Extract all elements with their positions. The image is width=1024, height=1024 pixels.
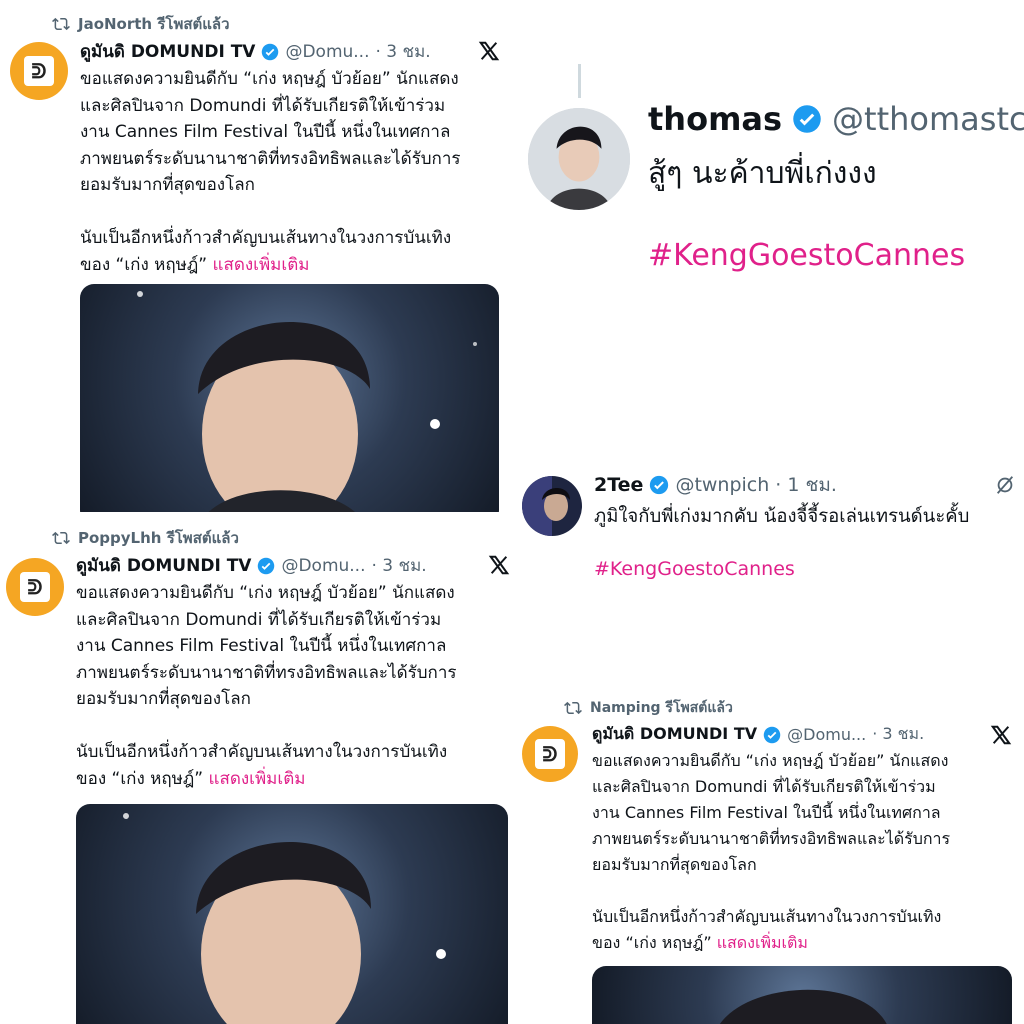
reply-header: thomas @tthomastc · xyxy=(648,100,1024,138)
x-logo-icon[interactable] xyxy=(478,40,500,62)
post-body: ขอแสดงความยินดีกับ “เก่ง หฤษฎ์ บัวย้อย” … xyxy=(80,66,520,278)
tee-handle[interactable]: @twnpich xyxy=(675,474,769,496)
post-image[interactable] xyxy=(592,966,1012,1024)
x-logo-icon[interactable] xyxy=(990,724,1012,746)
repost-label[interactable]: Namping รีโพสต์แล้ว xyxy=(590,697,733,719)
author-name[interactable]: ดูมันดิ DOMUNDI TV xyxy=(80,38,255,65)
domundi-logo-icon: ᕲ xyxy=(535,739,565,769)
domundi-logo-icon: ᕲ xyxy=(24,56,54,86)
post-time[interactable]: · 3 ชม. xyxy=(372,552,427,579)
post-text: ขอแสดงความยินดีกับ “เก่ง หฤษฎ์ บัวย้อย” … xyxy=(76,583,457,789)
repost-label[interactable]: PoppyLhh รีโพสต์แล้ว xyxy=(78,526,239,550)
verified-badge-icon xyxy=(262,43,279,60)
thread-line xyxy=(578,64,581,98)
author-name[interactable]: ดูมันดิ DOMUNDI TV xyxy=(592,722,757,747)
repost-indicator: Namping รีโพสต์แล้ว xyxy=(564,697,733,719)
repost-icon xyxy=(52,531,70,545)
post-body: ขอแสดงความยินดีกับ “เก่ง หฤษฎ์ บัวย้อย” … xyxy=(592,748,1022,956)
author-handle[interactable]: @Domu... xyxy=(787,725,866,744)
show-more-link[interactable]: แสดงเพิ่มเติม xyxy=(212,255,309,275)
thomas-name[interactable]: thomas xyxy=(648,100,782,138)
post-text: ขอแสดงความยินดีกับ “เก่ง หฤษฎ์ บัวย้อย” … xyxy=(80,69,461,275)
author-handle[interactable]: @Domu... xyxy=(285,42,369,62)
portrait-illustration xyxy=(137,291,477,512)
repost-label[interactable]: JaoNorth รีโพสต์แล้ว xyxy=(78,12,230,36)
author-name[interactable]: ดูมันดิ DOMUNDI TV xyxy=(76,552,251,579)
tee-time[interactable]: · 1 ชม. xyxy=(775,470,837,500)
domundi-logo-icon: ᕲ xyxy=(20,572,50,602)
avatar-photo xyxy=(522,476,582,536)
post-panel-poppylhh: PoppyLhh รีโพสต์แล้ว ᕲ ดูมันดิ DOMUNDI T… xyxy=(0,512,520,1024)
verified-badge-icon xyxy=(650,475,669,495)
thomas-avatar[interactable] xyxy=(528,108,630,210)
post-time[interactable]: · 3 ชม. xyxy=(872,722,924,747)
domundi-avatar[interactable]: ᕲ xyxy=(522,726,578,782)
reply-panel-thomas: thomas @tthomastc · สู้ๆ นะค้าบพี่เก่งงง… xyxy=(520,0,1024,440)
verified-badge-icon xyxy=(258,557,275,574)
thomas-reply-text: สู้ๆ นะค้าบพี่เก่งงง xyxy=(648,156,877,191)
reply-header: 2Tee @twnpich · 1 ชม. xyxy=(594,470,837,500)
domundi-avatar[interactable]: ᕲ xyxy=(6,558,64,616)
tee-avatar[interactable] xyxy=(522,476,582,536)
verified-badge-icon xyxy=(793,105,821,133)
domundi-avatar[interactable]: ᕲ xyxy=(10,42,68,100)
repost-icon xyxy=(52,17,70,31)
thomas-hashtag[interactable]: #KengGoestoCannes xyxy=(648,238,965,273)
thomas-handle[interactable]: @tthomastc · xyxy=(832,100,1024,138)
avatar-photo xyxy=(528,108,630,210)
show-more-link[interactable]: แสดงเพิ่มเติม xyxy=(717,933,808,952)
portrait-illustration xyxy=(720,989,887,1024)
post-image[interactable] xyxy=(80,284,499,512)
post-body: ขอแสดงความยินดีกับ “เก่ง หฤษฎ์ บัวย้อย” … xyxy=(76,580,516,792)
post-text: ขอแสดงความยินดีกับ “เก่ง หฤษฎ์ บัวย้อย” … xyxy=(592,751,951,952)
grok-icon[interactable] xyxy=(994,474,1016,496)
post-panel-jaonorth: JaoNorth รีโพสต์แล้ว ᕲ ดูมันดิ DOMUNDI T… xyxy=(0,0,520,512)
repost-indicator: JaoNorth รีโพสต์แล้ว xyxy=(52,12,230,36)
post-time[interactable]: · 3 ชม. xyxy=(376,38,431,65)
repost-icon xyxy=(564,701,582,715)
post-panel-namping: Namping รีโพสต์แล้ว ᕲ ดูมันดิ DOMUNDI TV… xyxy=(520,676,1024,1024)
tee-reply-text: ภูมิใจกับพี่เก่งมากคับ น้องจี้จี้รอเล่นเ… xyxy=(594,506,970,527)
reply-panel-2tee: 2Tee @twnpich · 1 ชม. ภูมิใจกับพี่เก่งมา… xyxy=(520,440,1024,676)
post-header: ดูมันดิ DOMUNDI TV @Domu... · 3 ชม. xyxy=(592,722,924,747)
show-more-link[interactable]: แสดงเพิ่มเติม xyxy=(208,769,305,789)
tee-hashtag[interactable]: #KengGoestoCannes xyxy=(594,558,795,580)
author-handle[interactable]: @Domu... xyxy=(281,556,365,576)
tee-name[interactable]: 2Tee xyxy=(594,474,643,496)
portrait-illustration xyxy=(123,813,446,1024)
post-image[interactable] xyxy=(76,804,508,1024)
x-logo-icon[interactable] xyxy=(488,554,510,576)
post-header: ดูมันดิ DOMUNDI TV @Domu... · 3 ชม. xyxy=(80,38,431,65)
verified-badge-icon xyxy=(763,726,781,743)
post-header: ดูมันดิ DOMUNDI TV @Domu... · 3 ชม. xyxy=(76,552,427,579)
repost-indicator: PoppyLhh รีโพสต์แล้ว xyxy=(52,526,239,550)
